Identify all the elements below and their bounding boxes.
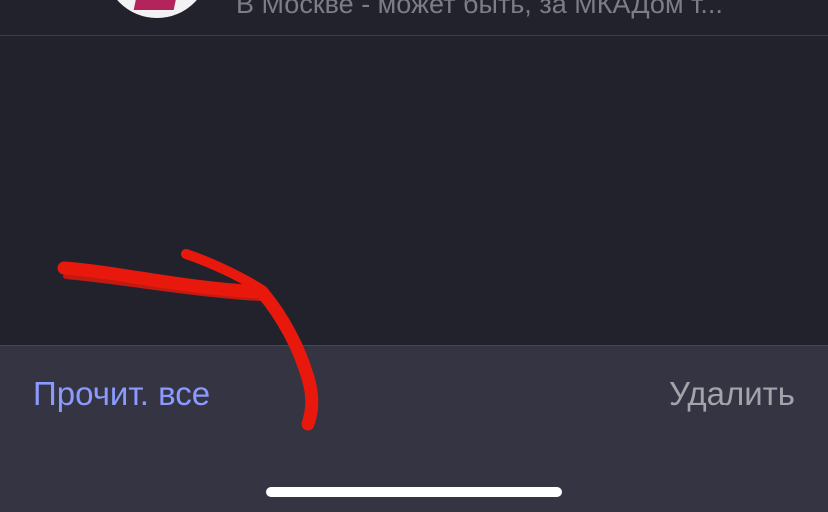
- mark-all-read-button[interactable]: Прочит. все: [33, 374, 210, 414]
- home-indicator[interactable]: [266, 487, 562, 497]
- message-preview: В Москве - может быть, за МКАДом т...: [236, 0, 723, 19]
- message-list-item[interactable]: В Москве - может быть, за МКАДом т...: [0, 0, 828, 35]
- avatar-image-icon: [133, 0, 179, 10]
- bottom-toolbar: Прочит. все Удалить: [0, 345, 828, 512]
- notifications-screen: В Москве - может быть, за МКАДом т... Пр…: [0, 0, 828, 512]
- delete-button[interactable]: Удалить: [669, 374, 795, 414]
- empty-list-area: [0, 36, 828, 345]
- avatar: [104, 0, 210, 18]
